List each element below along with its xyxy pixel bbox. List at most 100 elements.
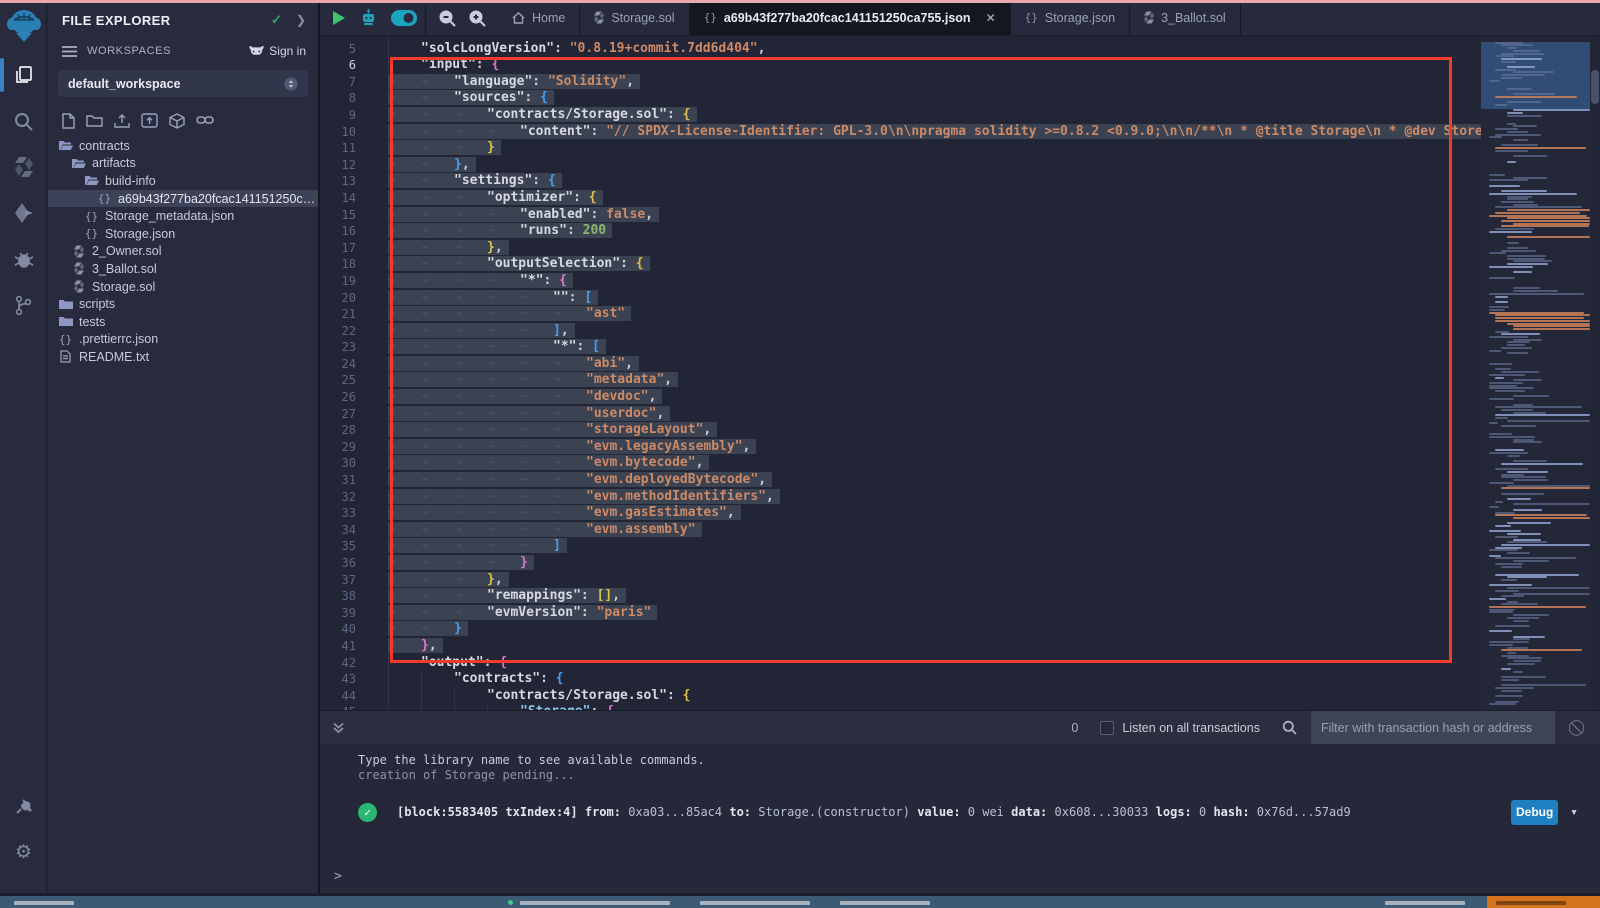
code-line-26[interactable]: 26→→→→→→"devdoc", — [320, 389, 1481, 406]
code-line-34[interactable]: 34→→→→→→"evm.assembly" — [320, 522, 1481, 539]
clear-console-icon[interactable]: 🚫︎ — [1567, 719, 1586, 737]
template-box-icon[interactable] — [169, 113, 185, 129]
zoom-in-button[interactable] — [468, 9, 486, 27]
code-line-18[interactable]: 18→→→"outputSelection": { — [320, 256, 1481, 273]
sidebar-item-plugin-manager[interactable] — [0, 783, 47, 829]
tree-item-readme-txt[interactable]: README.txt — [48, 348, 318, 366]
sidebar-item-search[interactable] — [0, 98, 47, 144]
copilot-toggle[interactable] — [391, 10, 417, 26]
code-line-15[interactable]: 15→→→→"enabled": false, — [320, 207, 1481, 224]
code-line-30[interactable]: 30→→→→→→"evm.bytecode", — [320, 455, 1481, 472]
code-line-16[interactable]: 16→→→→"runs": 200 — [320, 223, 1481, 240]
code-line-22[interactable]: 22→→→→→], — [320, 323, 1481, 340]
tree-item-contracts[interactable]: contracts — [48, 137, 318, 155]
tab-close-icon[interactable]: ✕ — [986, 11, 996, 25]
sidebar-item-deploy-run[interactable] — [0, 190, 47, 236]
tab-3-ballot-sol[interactable]: 3_Ballot.sol — [1130, 0, 1241, 35]
tab-storage-json[interactable]: {}Storage.json — [1011, 0, 1130, 35]
remix-ai-robot-icon[interactable] — [360, 9, 377, 26]
code-line-38[interactable]: 38→→→"remappings": [], — [320, 588, 1481, 605]
code-line-21[interactable]: 21→→→→→→"ast" — [320, 306, 1481, 323]
tree-item-storage-metadata-json[interactable]: {}Storage_metadata.json — [48, 207, 318, 225]
code-line-12[interactable]: 12→→}, — [320, 157, 1481, 174]
code-line-7[interactable]: 7→→"language": "Solidity", — [320, 74, 1481, 91]
link-icon[interactable] — [196, 113, 214, 129]
code-line-33[interactable]: 33→→→→→→"evm.gasEstimates", — [320, 505, 1481, 522]
sidebar-item-settings[interactable]: ⚙ — [0, 829, 47, 875]
tree-item-label: README.txt — [79, 350, 149, 364]
code-line-31[interactable]: 31→→→→→→"evm.deployedBytecode", — [320, 472, 1481, 489]
tx-expand-chevron-icon[interactable]: ▾ — [1570, 805, 1578, 820]
code-line-27[interactable]: 27→→→→→→"userdoc", — [320, 406, 1481, 423]
chevron-right-icon[interactable]: ❯ — [296, 13, 306, 27]
transaction-log-row[interactable]: ✓ [block:5583405 txIndex:4] from: 0xa03.… — [358, 798, 1588, 826]
code-line-40[interactable]: 40→→} — [320, 621, 1481, 638]
remix-logo-icon[interactable] — [0, 0, 47, 52]
code-line-24[interactable]: 24→→→→→→"abi", — [320, 356, 1481, 373]
upload-folder-icon[interactable] — [141, 113, 158, 129]
zoom-out-button[interactable] — [438, 9, 456, 27]
editor-scrollbar[interactable] — [1590, 37, 1600, 710]
code-line-14[interactable]: 14→→→"optimizer": { — [320, 190, 1481, 207]
code-line-10[interactable]: 10→→→→"content": "// SPDX-License-Identi… — [320, 124, 1481, 141]
upload-file-icon[interactable] — [114, 113, 130, 129]
code-line-20[interactable]: 20→→→→→"": [ — [320, 290, 1481, 307]
terminal-expand-icon[interactable] — [332, 721, 345, 734]
code-line-39[interactable]: 39→→→"evmVersion": "paris" — [320, 605, 1481, 622]
tab-a69b43f277ba20fcac141151250ca755-json[interactable]: {}a69b43f277ba20fcac141151250ca755.json✕ — [690, 0, 1011, 35]
code-line-37[interactable]: 37→→→}, — [320, 572, 1481, 589]
listen-all-checkbox[interactable] — [1100, 721, 1114, 735]
tree-item-a69b43f277ba20fcac141151250ca7-[interactable]: {}a69b43f277ba20fcac141151250ca7... — [48, 190, 318, 208]
tab-home[interactable]: Home — [498, 0, 580, 35]
code-line-23[interactable]: 23→→→→→"*": [ — [320, 339, 1481, 356]
debug-button[interactable]: Debug — [1511, 800, 1558, 825]
code-line-25[interactable]: 25→→→→→→"metadata", — [320, 372, 1481, 389]
code-line-13[interactable]: 13→→"settings": { — [320, 173, 1481, 190]
code-line-43[interactable]: 43 "contracts": { — [320, 671, 1481, 688]
code-editor[interactable]: 4 "solcVersion": "0.8.19",5 "solcLongVer… — [320, 37, 1600, 710]
code-line-36[interactable]: 36→→→→} — [320, 555, 1481, 572]
code-line-17[interactable]: 17→→→}, — [320, 240, 1481, 257]
sidebar-item-solidity-compiler[interactable] — [0, 144, 47, 190]
sign-in-button[interactable]: Sign in — [249, 44, 306, 58]
code-line-41[interactable]: 41→}, — [320, 638, 1481, 655]
run-script-button[interactable] — [332, 10, 346, 26]
code-line-35[interactable]: 35→→→→→] — [320, 538, 1481, 555]
tree-item-3-ballot-sol[interactable]: 3_Ballot.sol — [48, 260, 318, 278]
minimap[interactable] — [1481, 37, 1590, 710]
line-number: 29 — [320, 439, 372, 456]
code-line-8[interactable]: 8→→"sources": { — [320, 90, 1481, 107]
terminal-prompt[interactable]: > — [334, 869, 342, 884]
transaction-filter-input[interactable] — [1311, 711, 1555, 744]
line-content: →→→→→→"evm.bytecode", — [372, 455, 709, 472]
tree-item-tests[interactable]: tests — [48, 313, 318, 331]
tree-item-2-owner-sol[interactable]: 2_Owner.sol — [48, 243, 318, 261]
sidebar-item-file-explorer[interactable] — [0, 52, 47, 98]
tree-item--prettierrc-json[interactable]: {}.prettierrc.json — [48, 331, 318, 349]
tree-item-storage-json[interactable]: {}Storage.json — [48, 225, 318, 243]
sidebar-item-git[interactable] — [0, 282, 47, 328]
tree-item-storage-sol[interactable]: Storage.sol — [48, 278, 318, 296]
code-line-32[interactable]: 32→→→→→→"evm.methodIdentifiers", — [320, 489, 1481, 506]
hamburger-menu-icon[interactable] — [62, 46, 77, 57]
github-icon — [249, 45, 264, 58]
new-folder-icon[interactable] — [86, 113, 103, 129]
code-line-19[interactable]: 19→→→→"*": { — [320, 273, 1481, 290]
code-line-44[interactable]: 44 "contracts/Storage.sol": { — [320, 688, 1481, 705]
code-line-11[interactable]: 11→→→} — [320, 140, 1481, 157]
folder-open-icon — [71, 158, 86, 169]
code-line-42[interactable]: 42 "output": { — [320, 655, 1481, 672]
line-number: 25 — [320, 372, 372, 389]
new-file-icon[interactable] — [62, 113, 75, 129]
tab-storage-sol[interactable]: Storage.sol — [580, 0, 689, 35]
code-line-9[interactable]: 9→→→"contracts/Storage.sol": { — [320, 107, 1481, 124]
tree-item-build-info[interactable]: build-info — [48, 172, 318, 190]
workspace-select[interactable]: default_workspace — [58, 70, 308, 97]
code-line-29[interactable]: 29→→→→→→"evm.legacyAssembly", — [320, 439, 1481, 456]
tree-item-scripts[interactable]: scripts — [48, 295, 318, 313]
code-line-28[interactable]: 28→→→→→→"storageLayout", — [320, 422, 1481, 439]
tree-item-artifacts[interactable]: artifacts — [48, 155, 318, 173]
code-line-5[interactable]: 5 "solcLongVersion": "0.8.19+commit.7dd6… — [320, 41, 1481, 58]
code-line-6[interactable]: 6 "input": { — [320, 57, 1481, 74]
sidebar-item-debugger[interactable] — [0, 236, 47, 282]
